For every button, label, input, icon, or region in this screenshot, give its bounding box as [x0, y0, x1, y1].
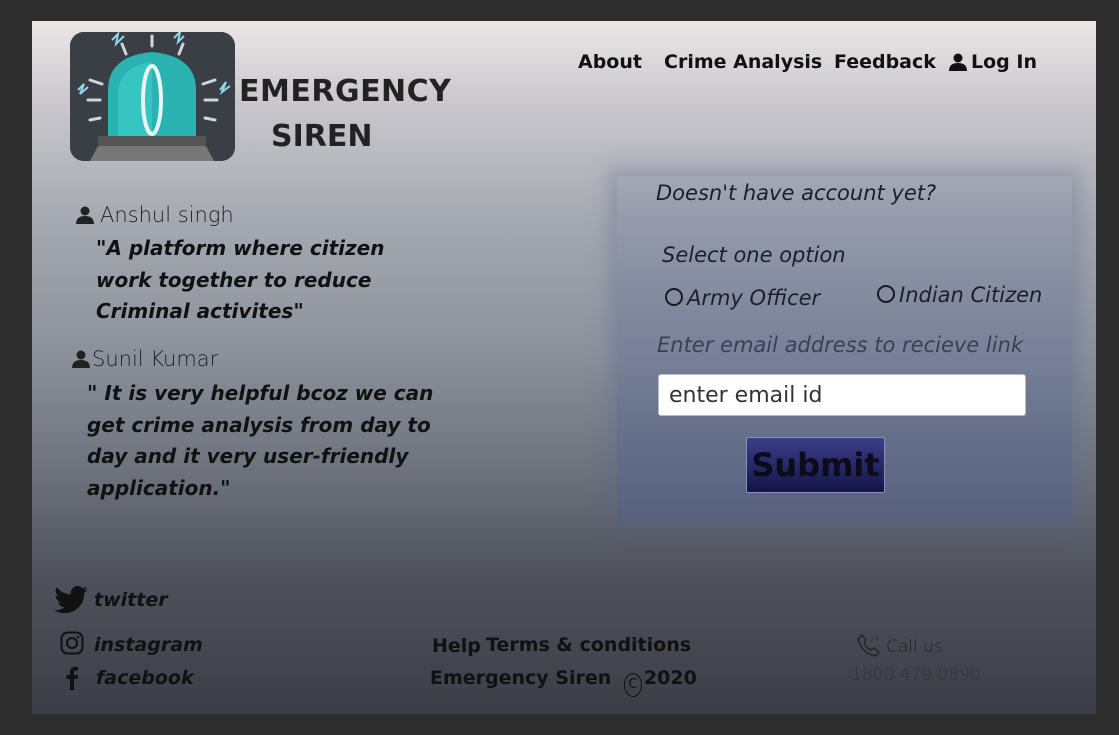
email-label: Enter email address to recieve link	[657, 333, 1024, 357]
user-icon	[949, 53, 967, 71]
phone-number: 1800 479 0890	[851, 665, 981, 685]
social-twitter[interactable]: twitter	[54, 585, 168, 614]
quote-line: work together to reduce	[96, 267, 372, 292]
radio-indian-citizen-label: Indian Citizen	[899, 283, 1043, 307]
quote-line: Criminal activites"	[96, 299, 304, 323]
testimonial-quote-2: " It is very helpful bcoz we can get cri…	[87, 378, 433, 504]
radio-indian-citizen[interactable]: Indian Citizen	[877, 283, 1042, 307]
call-us-label: Call us	[886, 637, 943, 657]
quote-line: application."	[87, 475, 231, 500]
social-facebook[interactable]: facebook	[62, 666, 194, 690]
social-facebook-label: facebook	[96, 667, 194, 689]
nav-login[interactable]: Log In	[949, 51, 1037, 73]
radio-army-officer[interactable]: Army Officer	[665, 286, 820, 310]
instagram-icon	[60, 631, 84, 655]
nav-feedback[interactable]: Feedback	[834, 51, 936, 73]
nav-crime-analysis[interactable]: Crime Analysis	[664, 51, 822, 73]
help-link[interactable]: Help	[432, 635, 481, 657]
testimonial-author-1: Anshul singh	[76, 203, 234, 227]
quote-line: get crime analysis from day to	[87, 412, 431, 437]
copyright-name: Emergency Siren	[430, 667, 612, 689]
quote-line: "A platform where citizen	[96, 236, 385, 260]
page: EMERGENCY SIREN About Crime Analysis Fee…	[32, 21, 1096, 714]
social-instagram-label: instagram	[94, 634, 203, 656]
testimonial-author-name: Anshul singh	[100, 203, 234, 227]
radio-circle-icon[interactable]	[665, 288, 683, 306]
call-us[interactable]: 24 Call us	[856, 632, 943, 658]
social-twitter-label: twitter	[94, 589, 168, 611]
copyright-icon: C	[623, 673, 642, 697]
testimonial-quote-1: "A platform where citizen work together …	[96, 233, 384, 328]
copyright-year: 2020	[643, 667, 697, 689]
user-icon	[76, 206, 94, 224]
phone-24-icon: 24	[857, 633, 880, 657]
quote-line: " It is very helpful bcoz we can	[87, 381, 434, 405]
radio-circle-icon[interactable]	[877, 285, 895, 303]
twitter-icon	[54, 585, 88, 614]
email-field[interactable]	[658, 374, 1026, 416]
radio-army-officer-label: Army Officer	[687, 286, 821, 310]
social-instagram[interactable]: instagram	[60, 631, 203, 656]
user-icon	[72, 350, 90, 368]
testimonial-author-name: Sunil Kumar	[92, 347, 219, 371]
select-option-label: Select one option	[662, 243, 846, 267]
brand-title-line2: SIREN	[271, 119, 373, 154]
copyright: Emergency Siren C 2020	[430, 667, 697, 697]
terms-link[interactable]: Terms & conditions	[486, 634, 691, 656]
nav-login-label: Log In	[971, 51, 1037, 73]
nav-about[interactable]: About	[578, 51, 642, 73]
brand-title-line1: EMERGENCY	[239, 74, 452, 109]
testimonial-author-2: Sunil Kumar	[72, 347, 218, 371]
svg-text:24: 24	[870, 635, 879, 643]
signup-heading: Doesn't have account yet?	[656, 181, 937, 205]
submit-button[interactable]: Submit	[746, 437, 885, 493]
siren-logo-icon[interactable]	[70, 32, 235, 161]
facebook-icon	[66, 666, 79, 690]
quote-line: day and it very user-friendly	[87, 444, 409, 468]
